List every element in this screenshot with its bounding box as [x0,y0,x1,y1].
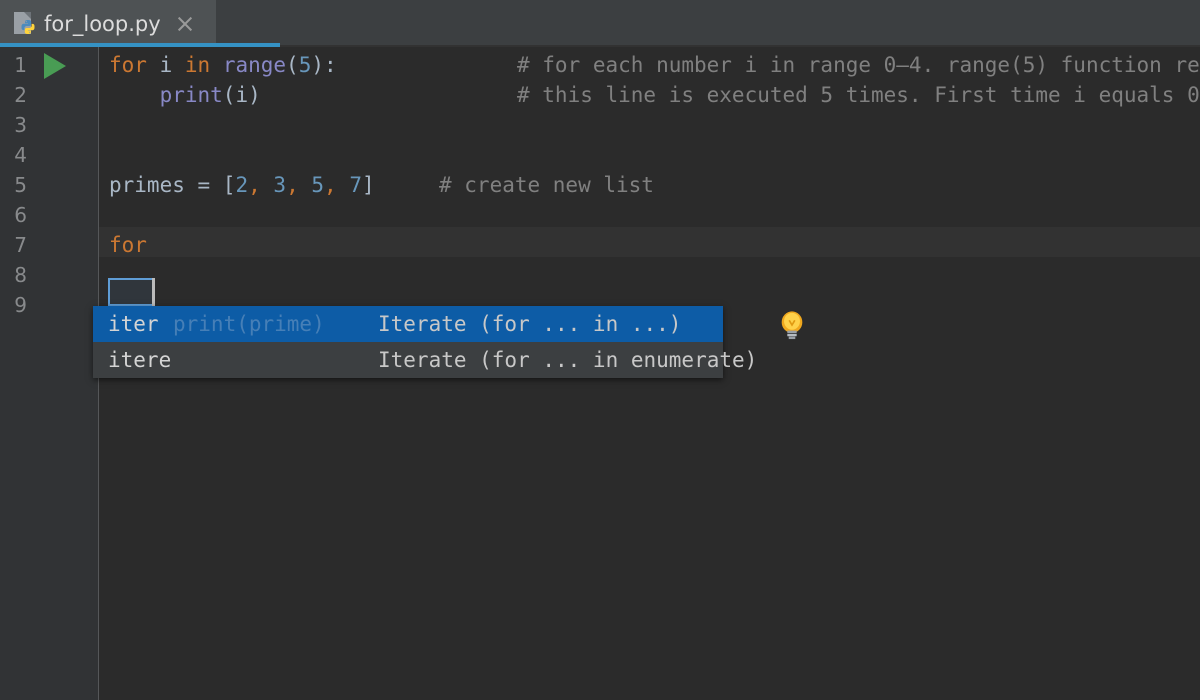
completion-item-iter[interactable]: print(prime) iter Iterate (for ... in ..… [93,306,723,342]
code-completion-popup[interactable]: print(prime) iter Iterate (for ... in ..… [93,306,803,378]
error-squiggle-icon [149,299,169,305]
live-template-highlight-box [108,278,155,306]
python-file-icon [12,11,36,37]
token-function: print [159,83,223,107]
token-text: i [146,53,185,77]
token-text: (i) [222,83,261,107]
code-line-5: primes = [2, 3, 5, 7] [109,170,375,200]
token-comma: , [286,173,299,197]
token-number: 3 [273,173,287,197]
token-text: ): [311,53,337,77]
code-comment-1: # for each number i in range 0—4. range(… [517,53,1200,77]
token-text: ] [362,173,375,197]
completion-item-description: Iterate (for ... in enumerate) [378,348,758,372]
line-number: 3 [14,113,27,137]
editor-gutter[interactable]: 1 2 3 4 5 6 7 8 9 [0,47,99,700]
token-function: range [222,53,287,77]
line-number: 2 [14,83,27,107]
pycharm-editor-window: for_loop.py 1 2 3 4 5 6 7 8 9 for i in r… [0,0,1200,700]
line-number: 1 [14,53,27,77]
code-line-1: for i in range(5): [109,50,337,80]
code-editor[interactable]: 1 2 3 4 5 6 7 8 9 for i in range(5): # f… [0,47,1200,700]
token-keyword: for [109,233,147,257]
line-number: 8 [14,263,27,287]
close-icon[interactable] [175,14,195,34]
spellcheck-squiggle-icon [44,36,174,41]
token-comma: , [248,173,261,197]
token-keyword: in [184,53,211,77]
token-comma: , [324,173,337,197]
code-comment-2: # this line is executed 5 times. First t… [517,83,1200,107]
token-number: 2 [235,173,249,197]
token-number: 5 [311,173,325,197]
line-number: 4 [14,143,27,167]
editor-tab-filename: for_loop.py [44,11,161,36]
token-number: 5 [298,53,312,77]
editor-tab-bar: for_loop.py [0,0,1200,47]
code-comment-5: # create new list [439,173,654,197]
token-text: primes = [ [109,173,236,197]
token-keyword: for [109,53,147,77]
completion-item-name: itere [108,348,172,372]
completion-item-description: Iterate (for ... in ...) [378,312,682,336]
token-number: 7 [349,173,362,197]
run-triangle-icon[interactable] [44,53,66,79]
code-line-2: print(i) [109,80,261,110]
code-line-7: for [109,230,147,260]
editor-tab-label: for_loop.py [44,11,161,37]
line-number: 9 [14,293,27,317]
line-number: 7 [14,233,27,257]
token-text: ( [286,53,299,77]
completion-item-name: iter [108,312,159,336]
python-logo-icon [21,19,35,34]
current-line-highlight [99,227,1200,257]
line-number: 6 [14,203,27,227]
lightbulb-icon[interactable] [777,308,807,342]
line-number: 5 [14,173,27,197]
completion-item-itere[interactable]: itere Iterate (for ... in enumerate) [93,342,757,378]
obscured-editor-text: print(prime) [173,312,325,336]
editor-tab-for-loop-py[interactable]: for_loop.py [0,0,216,47]
